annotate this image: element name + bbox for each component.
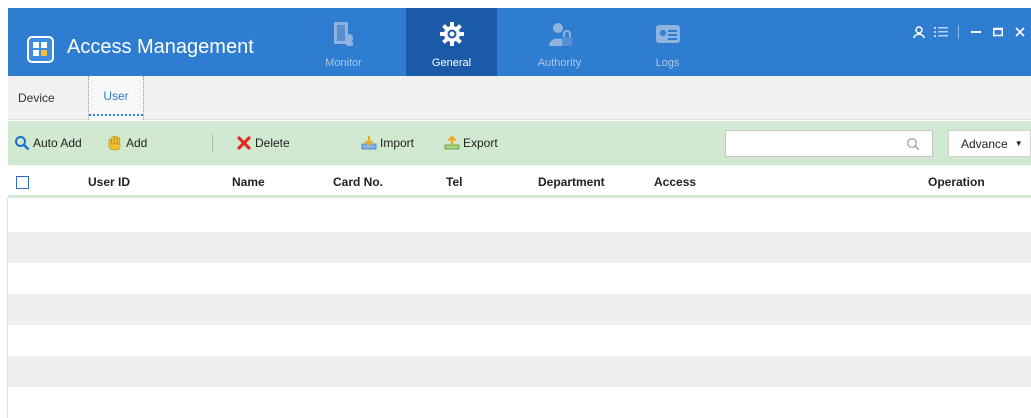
- column-name[interactable]: Name: [232, 175, 265, 189]
- toolbar-separator: [212, 134, 213, 152]
- table-row: [8, 232, 1031, 263]
- column-department[interactable]: Department: [538, 175, 605, 189]
- tab-logs[interactable]: Logs: [622, 14, 713, 74]
- delete-x-icon: [236, 135, 252, 151]
- search-box: [725, 130, 933, 157]
- advance-dropdown[interactable]: Advance ▼: [948, 130, 1031, 157]
- column-operation[interactable]: Operation: [928, 175, 985, 189]
- import-icon: [361, 135, 377, 151]
- table-row: [8, 325, 1031, 356]
- close-icon[interactable]: [1009, 22, 1031, 42]
- delete-button[interactable]: Delete: [236, 135, 290, 151]
- table-row: [8, 263, 1031, 294]
- controls-separator: [958, 25, 959, 39]
- app-title: Access Management: [67, 36, 254, 58]
- tab-monitor[interactable]: Monitor: [298, 14, 389, 74]
- import-button[interactable]: Import: [361, 135, 414, 151]
- menu-icon[interactable]: [930, 22, 952, 42]
- user-icon[interactable]: [908, 22, 930, 42]
- minimize-icon[interactable]: [965, 22, 987, 42]
- chevron-down-icon: ▼: [1014, 139, 1023, 148]
- monitor-door-icon: [331, 21, 357, 47]
- column-card-no[interactable]: Card No.: [333, 175, 383, 189]
- tab-monitor-label: Monitor: [325, 57, 362, 69]
- table-row: [8, 387, 1031, 418]
- search-magnifier-icon[interactable]: [906, 137, 920, 154]
- advance-label: Advance: [961, 136, 1008, 151]
- column-user-id[interactable]: User ID: [88, 175, 130, 189]
- tab-general-label: General: [431, 57, 472, 69]
- add-button[interactable]: Add: [107, 135, 147, 151]
- tab-authority-label: Authority: [537, 57, 582, 69]
- table-row: [8, 294, 1031, 325]
- select-all-checkbox[interactable]: [16, 176, 29, 189]
- auto-add-button[interactable]: Auto Add: [14, 135, 82, 151]
- tab-general[interactable]: General: [406, 14, 497, 74]
- log-card-icon: [655, 21, 681, 47]
- table-left-border: [7, 198, 8, 418]
- table-row: [8, 201, 1031, 232]
- gear-icon: [439, 21, 465, 47]
- tab-logs-label: Logs: [655, 57, 680, 69]
- title-bar: Access Management Monitor General Author…: [8, 8, 1031, 76]
- table-header: User ID Name Card No. Tel Department Acc…: [8, 166, 1031, 198]
- column-tel[interactable]: Tel: [446, 175, 462, 189]
- delete-label: Delete: [255, 136, 290, 150]
- export-label: Export: [463, 136, 498, 150]
- hand-icon: [107, 135, 123, 151]
- app-logo-icon: [27, 36, 54, 63]
- maximize-icon[interactable]: [987, 22, 1009, 42]
- user-lock-icon: [547, 21, 573, 47]
- import-label: Import: [380, 136, 415, 150]
- add-label: Add: [126, 136, 148, 150]
- toolbar: Auto Add Add Delete Import Export Advanc…: [8, 121, 1031, 165]
- subtab-user[interactable]: User: [88, 76, 144, 120]
- export-button[interactable]: Export: [444, 135, 498, 151]
- sub-tab-bar: Device User: [8, 76, 1031, 120]
- table-row: [8, 356, 1031, 387]
- window-controls: [908, 22, 1031, 42]
- export-icon: [444, 135, 460, 151]
- auto-add-label: Auto Add: [33, 136, 82, 150]
- search-icon: [14, 135, 30, 151]
- subtab-device[interactable]: Device: [10, 76, 63, 120]
- column-access[interactable]: Access: [654, 175, 696, 189]
- search-input[interactable]: [726, 131, 896, 156]
- tab-authority[interactable]: Authority: [514, 14, 605, 74]
